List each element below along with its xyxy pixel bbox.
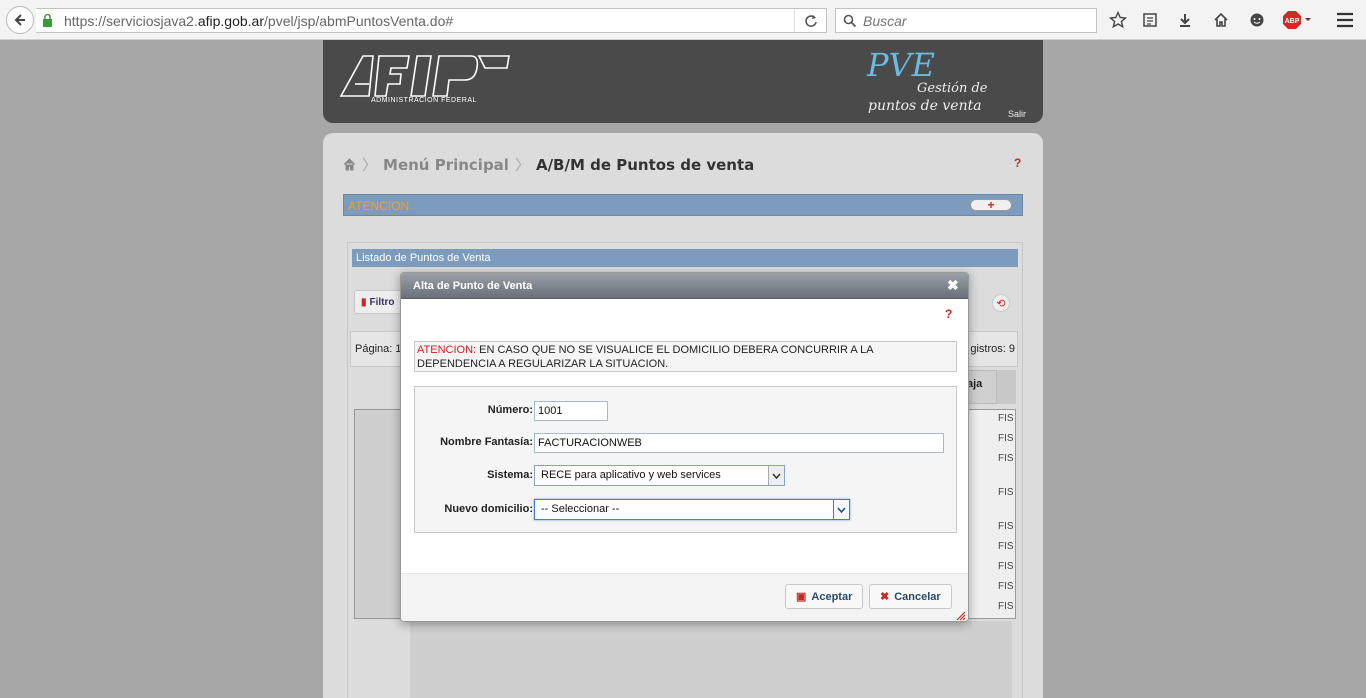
dialog-title: Alta de Punto de Venta xyxy=(413,280,533,292)
exit-link[interactable]: Salir xyxy=(1008,109,1026,119)
breadcrumb: 〉 Menú Principal 〉 A/B/M de Puntos de ve… xyxy=(343,154,754,175)
table-cell: FIS xyxy=(998,433,1014,444)
domicilio-selected-value: -- Seleccionar -- xyxy=(541,503,620,515)
alta-punto-venta-dialog: Alta de Punto de Venta ✖ ? ATENCION: EN … xyxy=(400,272,969,622)
back-button[interactable] xyxy=(6,6,34,34)
sistema-select[interactable]: RECE para aplicativo y web services xyxy=(534,465,785,486)
search-input[interactable] xyxy=(863,12,1083,29)
close-icon[interactable]: ✖ xyxy=(947,278,959,292)
expand-button[interactable]: + xyxy=(970,199,1012,211)
accept-label: Aceptar xyxy=(811,590,853,603)
cancel-label: Cancelar xyxy=(894,590,941,603)
dialog-titlebar[interactable]: Alta de Punto de Venta ✖ xyxy=(401,273,968,299)
browser-toolbar: https://serviciosjava2.afip.gob.ar/pvel/… xyxy=(0,0,1366,40)
grid-bottom-area xyxy=(410,621,1012,698)
numero-label: Número: xyxy=(487,404,533,416)
pve-subtitle-1: Gestión de xyxy=(917,81,988,96)
home-icon[interactable] xyxy=(1211,10,1231,30)
url-text: https://serviciosjava2.afip.gob.ar/pvel/… xyxy=(64,12,454,29)
table-cell: FIS xyxy=(998,413,1014,424)
table-cell: FIS xyxy=(998,601,1014,612)
cancel-x-icon: ✖ xyxy=(880,591,890,603)
site-header: ADMINISTRACION FEDERAL PVE Gestión de pu… xyxy=(323,40,1043,123)
page-title: A/B/M de Puntos de venta xyxy=(535,155,755,174)
resize-grip-icon[interactable] xyxy=(954,609,966,621)
table-cell: FIS xyxy=(998,581,1014,592)
page-indicator: Página: 1 xyxy=(355,343,402,355)
table-cell: FIS xyxy=(998,561,1014,572)
breadcrumb-home-link[interactable]: Menú Principal xyxy=(383,156,509,174)
table-cell: FIS xyxy=(998,453,1014,464)
accept-button[interactable]: ▣ Aceptar xyxy=(785,584,863,609)
table-cell: FIS xyxy=(998,521,1014,532)
logo-subtitle: ADMINISTRACION FEDERAL xyxy=(371,97,477,104)
domicilio-label: Nuevo domicilio: xyxy=(444,503,533,515)
grid-left-column xyxy=(354,409,402,619)
numero-field[interactable] xyxy=(534,401,608,421)
fantasia-label: Nombre Fantasía: xyxy=(440,436,533,448)
cancel-button[interactable]: ✖ Cancelar xyxy=(869,584,952,609)
home-icon[interactable] xyxy=(343,158,356,171)
pve-subtitle-2: puntos de venta xyxy=(868,98,982,114)
breadcrumb-separator: 〉 xyxy=(362,156,378,174)
fantasia-field[interactable] xyxy=(534,433,944,453)
column-header-side xyxy=(996,370,1016,404)
reload-button[interactable] xyxy=(794,9,826,32)
lock-icon xyxy=(42,14,54,28)
download-icon[interactable] xyxy=(1175,10,1195,30)
records-count: gistros: 9 xyxy=(970,343,1015,355)
chevron-down-icon[interactable] xyxy=(768,466,784,485)
dialog-help-icon[interactable]: ? xyxy=(945,307,952,321)
domicilio-select[interactable]: -- Seleccionar -- xyxy=(534,499,850,520)
form-box: Número: Nombre Fantasía: Sistema: RECE p… xyxy=(414,386,957,533)
atencion-bar: ATENCION + xyxy=(343,194,1023,216)
warning-label: ATENCION: xyxy=(417,344,477,356)
filter-icon: ▮ xyxy=(361,296,367,308)
arrow-left-icon xyxy=(14,14,25,26)
reload-icon xyxy=(804,14,817,27)
breadcrumb-separator: 〉 xyxy=(514,156,530,174)
pve-title: PVE xyxy=(867,46,935,84)
dialog-footer: ▣ Aceptar ✖ Cancelar xyxy=(401,573,968,621)
search-icon xyxy=(843,14,857,27)
page-help-icon[interactable]: ? xyxy=(1014,156,1021,170)
table-cell: FIS xyxy=(998,487,1014,498)
address-bar[interactable]: https://serviciosjava2.afip.gob.ar/pvel/… xyxy=(36,8,827,33)
bookmark-star-icon[interactable] xyxy=(1108,10,1128,30)
save-icon: ▣ xyxy=(796,591,807,603)
sistema-label: Sistema: xyxy=(487,469,533,481)
warning-box: ATENCION: EN CASO QUE NO SE VISUALICE EL… xyxy=(414,341,957,372)
refresh-icon[interactable]: ⟲ xyxy=(992,294,1010,312)
chevron-down-icon[interactable] xyxy=(833,500,849,519)
search-bar[interactable] xyxy=(835,8,1097,33)
reading-list-icon[interactable] xyxy=(1140,10,1160,30)
warning-text: EN CASO QUE NO SE VISUALICE EL DOMICILIO… xyxy=(417,344,873,370)
list-title: Listado de Puntos de Venta xyxy=(352,249,1018,267)
svg-text:ABP: ABP xyxy=(1285,18,1300,25)
sistema-selected-value: RECE para aplicativo y web services xyxy=(541,469,721,481)
atencion-label: ATENCION xyxy=(348,199,410,213)
adblock-icon[interactable]: ABP xyxy=(1283,10,1313,30)
table-cell: FIS xyxy=(998,541,1014,552)
chat-icon[interactable] xyxy=(1247,10,1267,30)
filter-label: Filtro xyxy=(369,296,395,308)
menu-hamburger-icon[interactable] xyxy=(1335,10,1355,30)
